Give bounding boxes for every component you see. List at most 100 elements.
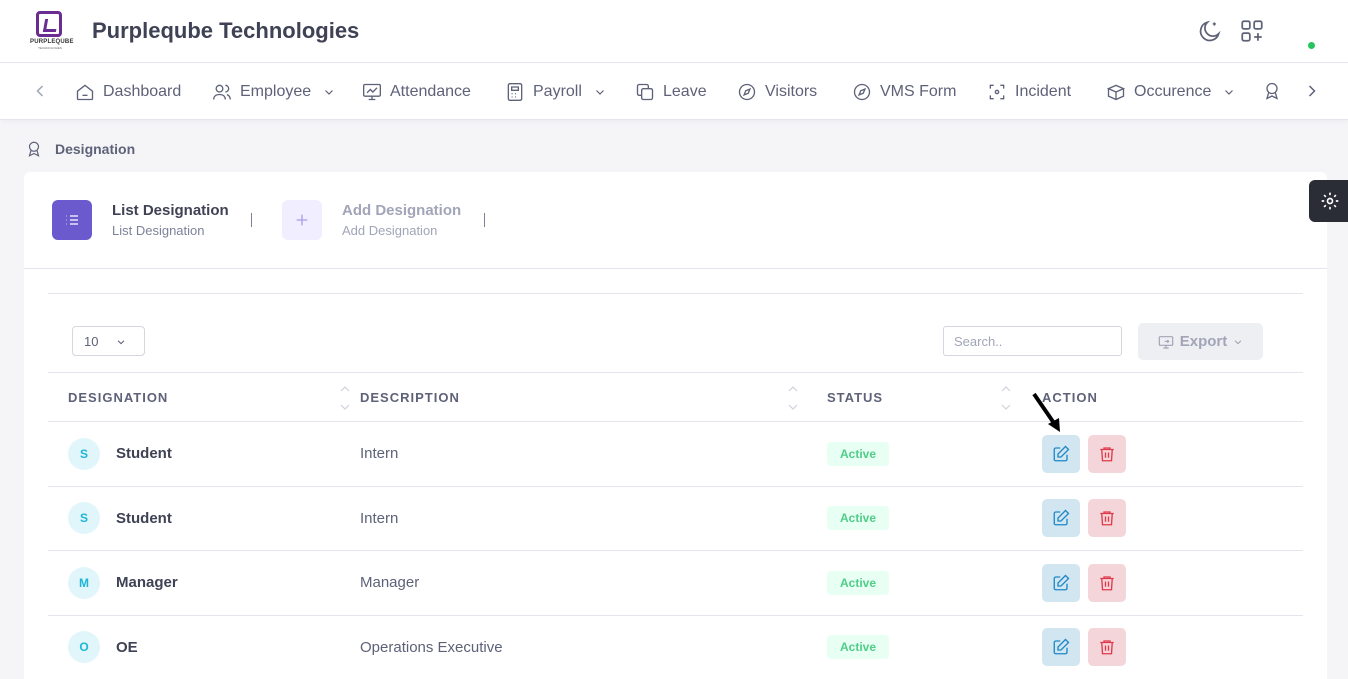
designation-name: Student	[116, 509, 172, 527]
award-icon	[28, 141, 40, 157]
gear-icon	[1321, 192, 1339, 210]
edit-icon	[1053, 574, 1070, 591]
table-panel: 10 Export DESIGNATION DESCRIPTION	[48, 293, 1303, 679]
designation-name: Manager	[116, 574, 178, 592]
nav-label: Leave	[663, 82, 707, 100]
tab-separator	[251, 213, 252, 227]
calculator-icon	[507, 82, 523, 101]
table-row: M Manager Manager Active	[48, 551, 1303, 615]
description-cell: Operations Executive	[360, 638, 503, 656]
company-name: Purpleqube Technologies	[92, 18, 360, 43]
designation-name: OE	[116, 638, 138, 656]
users-icon	[213, 84, 231, 100]
award-icon[interactable]	[1262, 81, 1282, 101]
column-header-description[interactable]: DESCRIPTION	[360, 373, 827, 422]
nav-label: Occurence	[1134, 82, 1212, 100]
nav-label: VMS Form	[880, 82, 957, 100]
nav-item-incident[interactable]: Incident	[987, 63, 1071, 120]
export-label: Export	[1179, 333, 1228, 350]
status-badge: Active	[827, 635, 890, 660]
sort-icon	[1001, 386, 1011, 410]
edit-button[interactable]	[1042, 628, 1080, 667]
edit-icon	[1053, 509, 1070, 526]
export-button[interactable]: Export	[1138, 323, 1263, 360]
designation-table: DESIGNATION DESCRIPTION STATUS ACTION S …	[48, 372, 1303, 679]
edit-button[interactable]	[1042, 499, 1080, 538]
description-cell: Intern	[360, 509, 399, 527]
trash-icon	[1100, 576, 1114, 591]
sort-icon	[788, 386, 798, 410]
avatar: M	[68, 566, 100, 599]
nav-label: Payroll	[533, 82, 582, 100]
tab-add-designation[interactable]: Add Designation Add Designation	[282, 200, 461, 240]
pointer-arrow-icon	[1032, 392, 1060, 432]
chevron-down-icon	[595, 89, 604, 95]
company-logo[interactable]: PURPLEQUBE TECHNOLOGIES	[30, 11, 74, 50]
focus-icon	[989, 84, 1005, 99]
trash-icon	[1100, 640, 1114, 655]
moon-icon[interactable]	[1197, 18, 1223, 44]
nav-item-occurence[interactable]: Occurence	[1106, 63, 1235, 120]
nav-label: Employee	[240, 82, 312, 100]
tab-subtitle: Add Designation	[342, 223, 438, 238]
edit-icon	[1053, 445, 1070, 462]
chevron-down-icon	[325, 89, 334, 95]
table-row: S Student Intern Active	[48, 422, 1303, 486]
trash-icon	[1100, 447, 1114, 462]
compass-icon	[738, 83, 756, 100]
nav-label: Dashboard	[103, 82, 182, 100]
settings-toggle[interactable]	[1309, 180, 1348, 222]
tab-title: Add Designation	[342, 202, 462, 219]
tab-separator	[484, 213, 485, 227]
chevron-down-icon	[117, 340, 125, 345]
home-icon	[76, 83, 94, 100]
nav-item-leave[interactable]: Leave	[635, 63, 707, 120]
edit-button[interactable]	[1042, 563, 1080, 602]
edit-icon	[1053, 638, 1070, 655]
page-size-select[interactable]: 10	[72, 326, 145, 356]
chevron-down-icon	[1234, 339, 1242, 344]
nav-scroll-right-icon[interactable]	[1302, 81, 1322, 101]
column-header-status[interactable]: STATUS	[827, 373, 1042, 422]
tab-subtitle: List Designation	[112, 223, 205, 238]
table-row: S Student Intern Active	[48, 486, 1303, 551]
sort-icon	[340, 386, 350, 410]
apps-add-icon[interactable]	[1239, 18, 1265, 44]
monitor-export-icon	[1158, 335, 1174, 349]
tab-list-designation[interactable]: List Designation List Designation	[52, 200, 229, 240]
designation-name: Student	[116, 445, 172, 463]
status-badge: Active	[827, 441, 890, 466]
status-badge: Active	[827, 570, 890, 595]
nav-item-vms-form[interactable]: VMS Form	[852, 63, 956, 120]
avatar: O	[68, 631, 100, 664]
main-nav: Dashboard Employee Attendance Payroll Le…	[0, 63, 1348, 120]
delete-button[interactable]	[1088, 499, 1126, 538]
description-cell: Manager	[360, 574, 420, 592]
breadcrumb-label: Designation	[55, 141, 136, 157]
search-input[interactable]	[943, 326, 1122, 356]
plus-icon	[282, 200, 322, 240]
logo-text: PURPLEQUBE	[30, 39, 74, 45]
nav-item-payroll[interactable]: Payroll	[505, 63, 606, 120]
nav-item-visitors[interactable]: Visitors	[737, 63, 817, 120]
nav-item-attendance[interactable]: Attendance	[362, 63, 471, 120]
online-status-dot	[1308, 42, 1315, 49]
boxes-icon	[1106, 84, 1126, 100]
table-row: O OE Operations Executive Active	[48, 615, 1303, 679]
tab-bar: List Designation List Designation Add De…	[24, 172, 1327, 269]
nav-scroll-left-icon[interactable]	[30, 81, 50, 101]
delete-button[interactable]	[1088, 628, 1126, 667]
delete-button[interactable]	[1088, 434, 1126, 473]
list-icon	[52, 200, 92, 240]
delete-button[interactable]	[1088, 563, 1126, 602]
column-header-designation[interactable]: DESIGNATION	[48, 373, 360, 422]
monitor-chart-icon	[363, 83, 381, 100]
column-label: DESCRIPTION	[360, 389, 460, 405]
nav-label: Visitors	[765, 82, 818, 100]
avatar: S	[68, 502, 100, 535]
column-label: STATUS	[827, 389, 884, 405]
nav-item-dashboard[interactable]: Dashboard	[75, 63, 181, 120]
trash-icon	[1100, 511, 1114, 526]
edit-button[interactable]	[1042, 434, 1080, 473]
nav-item-employee[interactable]: Employee	[212, 63, 335, 120]
